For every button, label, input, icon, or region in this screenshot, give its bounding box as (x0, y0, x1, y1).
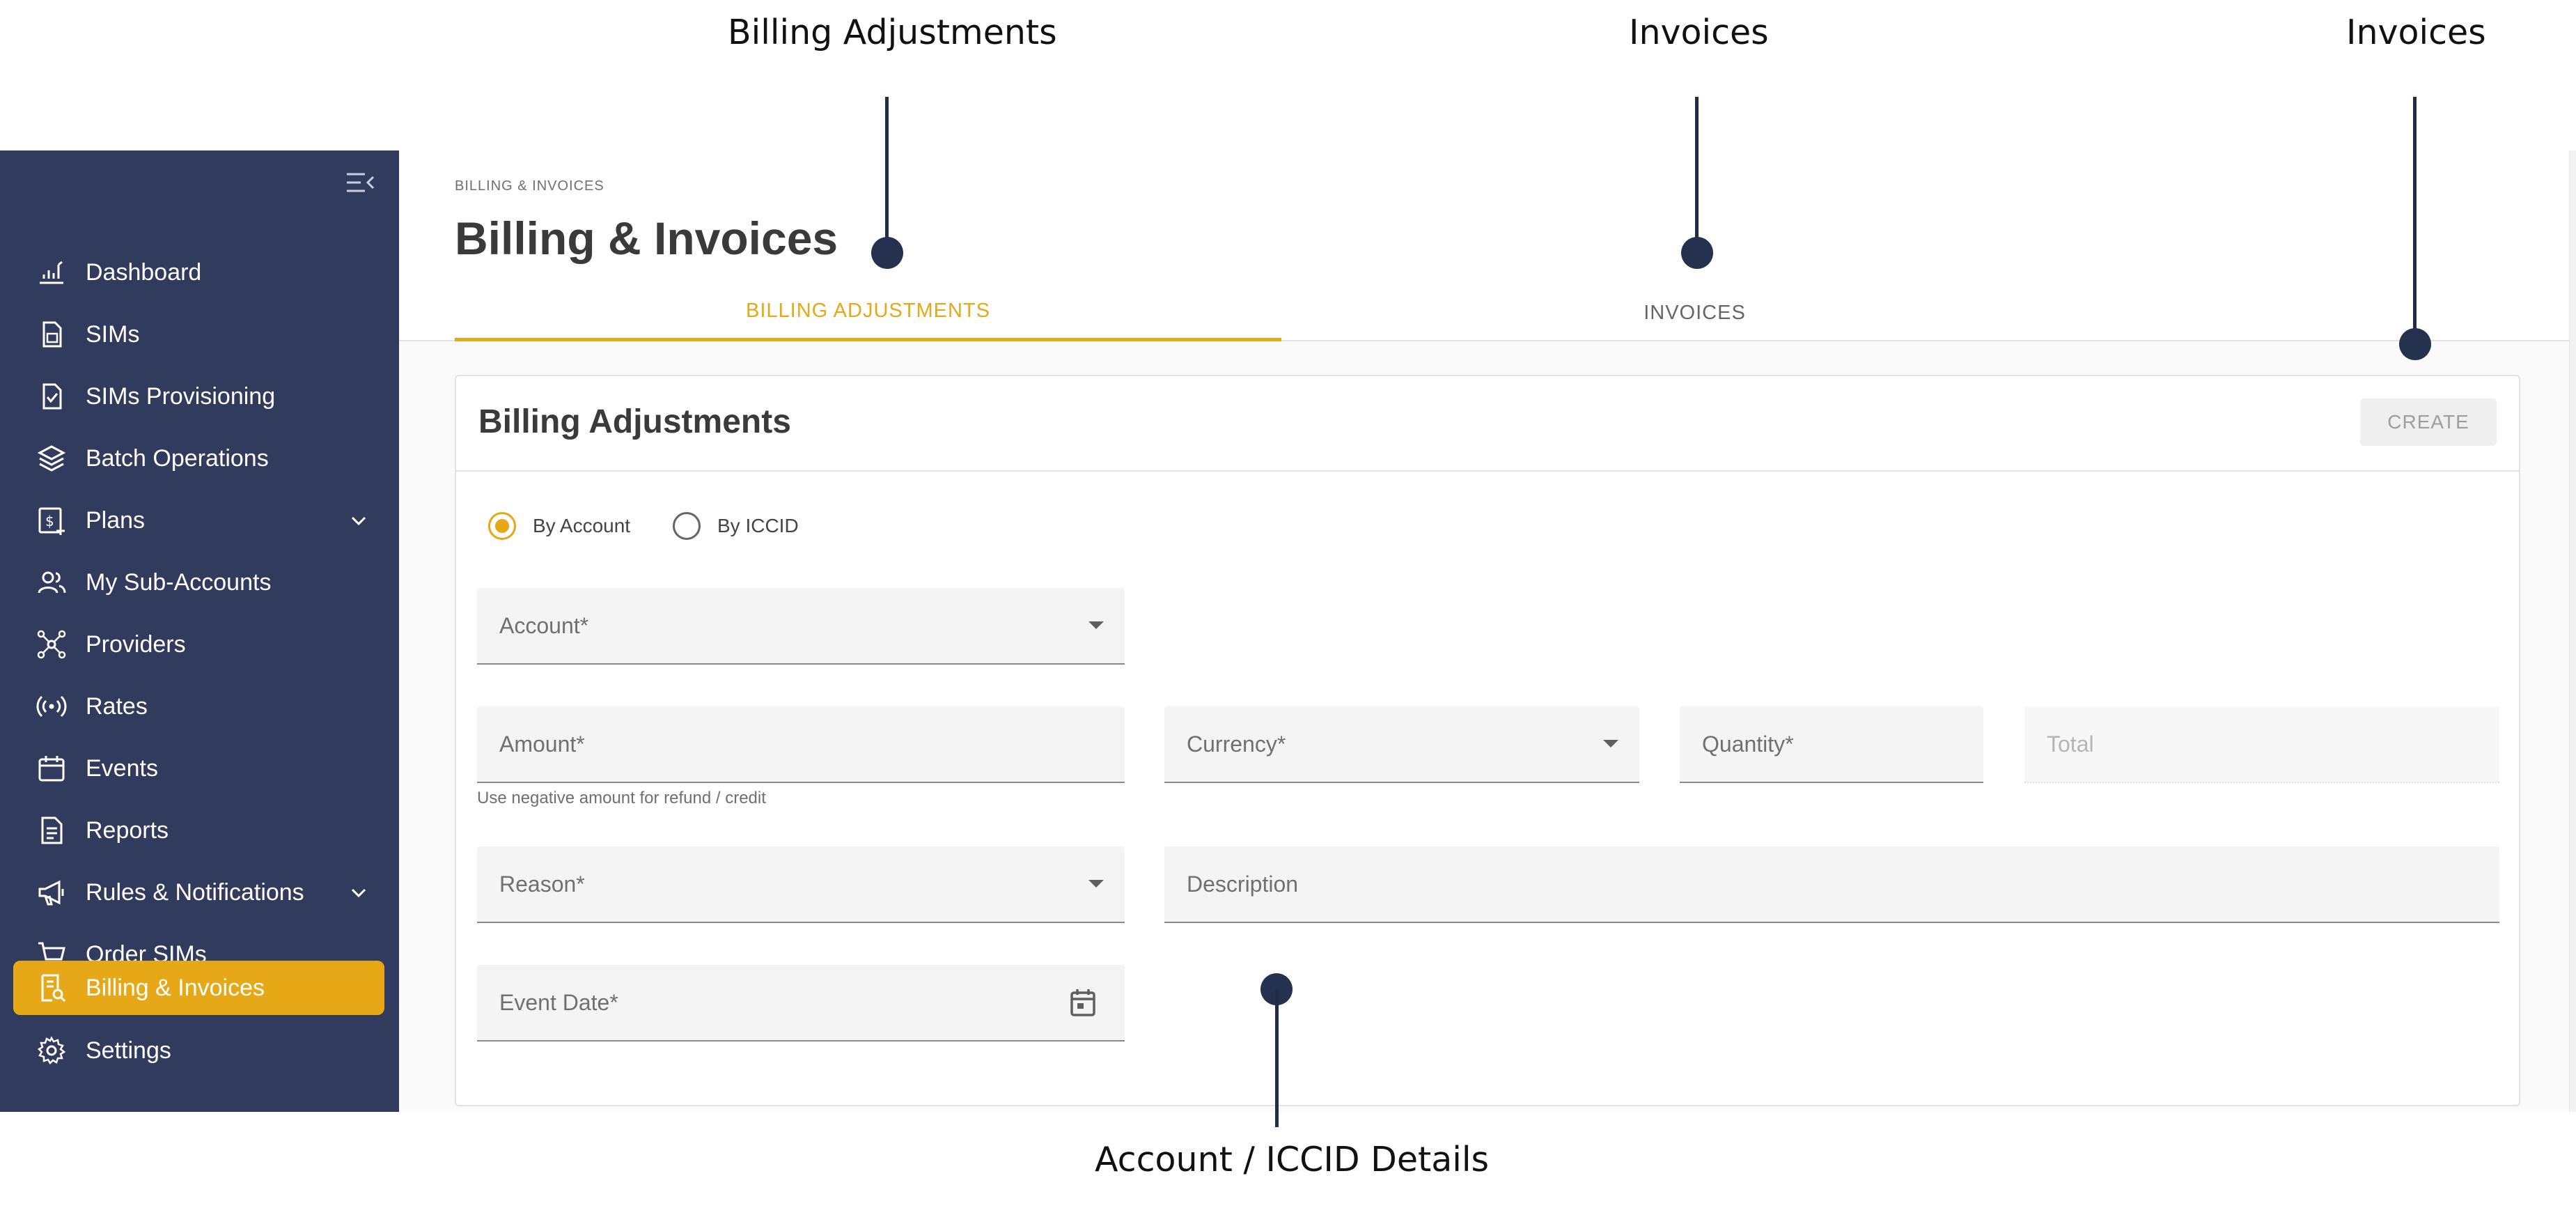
radio-by-iccid[interactable]: By ICCID (673, 512, 799, 540)
broadcast-icon (36, 695, 67, 718)
sidebar-item-billing-invoices[interactable]: Billing & Invoices (13, 961, 384, 1015)
collapse-sidebar-icon[interactable] (345, 170, 375, 195)
sidebar-item-label: Reports (86, 816, 169, 844)
breadcrumb[interactable]: BILLING & INVOICES (455, 178, 604, 194)
sidebar-item-label: Rules & Notifications (86, 878, 304, 906)
currency-label: Currency* (1187, 731, 1286, 757)
calendar-icon (38, 756, 65, 782)
report-icon (41, 816, 63, 844)
callout-line (1275, 989, 1279, 1127)
currency-select[interactable]: Currency* (1164, 706, 1639, 783)
sidebar-item-rates[interactable]: Rates (13, 679, 384, 734)
sidebar-item-label: Rates (86, 692, 148, 720)
sidebar-item-label: Providers (86, 630, 186, 658)
chevron-down-icon[interactable] (348, 511, 369, 529)
svg-text:$: $ (45, 513, 54, 529)
callout-invoices-create: Invoices (2346, 13, 2486, 52)
amount-hint: Use negative amount for refund / credit (477, 789, 766, 807)
reason-label: Reason* (499, 871, 585, 897)
description-field[interactable]: Description (1164, 846, 2499, 923)
page-title: Billing & Invoices (455, 212, 838, 264)
scrollbar[interactable] (2569, 150, 2576, 1112)
megaphone-icon (38, 880, 64, 906)
event-date-field[interactable]: Event Date* (477, 965, 1125, 1041)
callout-line (1695, 97, 1699, 253)
sidebar-item-label: Billing & Invoices (86, 974, 265, 1001)
account-label: Account* (499, 612, 589, 638)
users-icon (38, 571, 66, 594)
radio-label: By ICCID (717, 515, 799, 536)
callout-invoices-tab: Invoices (1629, 13, 1769, 52)
sim-provisioning-icon (42, 383, 62, 410)
main-content: BILLING & INVOICES Billing & Invoices BI… (399, 150, 2576, 1112)
sidebar-item-label: Plans (86, 506, 146, 534)
sim-icon (42, 321, 62, 348)
sidebar-item-label: SIMs Provisioning (86, 382, 276, 410)
app-window: Dashboard SIMs SIMs Provisioning Batch O… (0, 150, 2576, 1112)
total-label: Total (2047, 731, 2094, 757)
quantity-label: Quantity* (1702, 731, 1794, 757)
sidebar-item-rules-notifications[interactable]: Rules & Notifications (13, 865, 384, 920)
total-field: Total (2024, 706, 2499, 783)
sidebar-item-plans[interactable]: $ Plans (13, 493, 384, 548)
card-title: Billing Adjustments (478, 403, 791, 440)
calendar-icon[interactable] (1069, 987, 1097, 1018)
callout-line (885, 97, 889, 253)
sidebar-item-events[interactable]: Events (13, 741, 384, 796)
sidebar-item-settings[interactable]: Settings (13, 1023, 384, 1078)
sidebar-item-sims[interactable]: SIMs (13, 307, 384, 362)
dropdown-arrow-icon (1603, 740, 1618, 748)
tab-billing-adjustments[interactable]: BILLING ADJUSTMENTS (455, 284, 1281, 341)
billing-adjustments-card: Billing Adjustments CREATE By Account By… (455, 375, 2520, 1106)
sidebar-item-label: Settings (86, 1037, 171, 1064)
quantity-field[interactable]: Quantity* (1680, 706, 1983, 783)
page-header: BILLING & INVOICES Billing & Invoices BI… (399, 150, 2576, 341)
radio-unchecked-icon[interactable] (673, 512, 701, 540)
callout-dot (871, 237, 903, 269)
callout-line (2413, 97, 2417, 344)
radio-by-account[interactable]: By Account (488, 512, 630, 540)
network-icon (37, 630, 66, 659)
amount-field[interactable]: Amount* (477, 706, 1125, 783)
dropdown-arrow-icon (1088, 621, 1104, 629)
gear-icon (37, 1036, 66, 1065)
reason-select[interactable]: Reason* (477, 846, 1125, 923)
create-button[interactable]: CREATE (2360, 398, 2497, 446)
sidebar-item-label: Events (86, 754, 158, 782)
billing-icon (41, 974, 66, 1002)
tab-invoices[interactable]: INVOICES (1281, 284, 2108, 341)
account-select[interactable]: Account* (477, 588, 1125, 665)
amount-label: Amount* (499, 731, 585, 757)
callout-dot (1681, 237, 1713, 269)
dashboard-icon (40, 261, 63, 284)
sidebar-item-sims-provisioning[interactable]: SIMs Provisioning (13, 369, 384, 424)
callout-account-iccid-details: Account / ICCID Details (1095, 1140, 1490, 1179)
sidebar-item-providers[interactable]: Providers (13, 617, 384, 672)
event-date-label: Event Date* (499, 989, 618, 1015)
description-label: Description (1187, 871, 1299, 897)
callout-dot (2399, 328, 2431, 360)
sidebar-item-label: Dashboard (86, 258, 202, 286)
sidebar-item-dashboard[interactable]: Dashboard (13, 245, 384, 300)
sidebar-item-my-sub-accounts[interactable]: My Sub-Accounts (13, 555, 384, 610)
layers-icon (37, 445, 66, 472)
dropdown-arrow-icon (1088, 880, 1104, 888)
card-header: Billing Adjustments CREATE (456, 376, 2519, 472)
sidebar-item-label: My Sub-Accounts (86, 568, 272, 596)
chevron-down-icon[interactable] (348, 883, 369, 901)
plans-icon: $ (38, 507, 65, 535)
sidebar-item-reports[interactable]: Reports (13, 803, 384, 858)
sidebar-item-label: Batch Operations (86, 444, 269, 472)
sidebar: Dashboard SIMs SIMs Provisioning Batch O… (0, 150, 399, 1112)
sidebar-item-batch-operations[interactable]: Batch Operations (13, 431, 384, 486)
radio-checked-icon[interactable] (488, 512, 516, 540)
sidebar-item-label: SIMs (86, 320, 140, 348)
callout-billing-adjustments: Billing Adjustments (728, 13, 1057, 52)
radio-label: By Account (533, 515, 631, 536)
